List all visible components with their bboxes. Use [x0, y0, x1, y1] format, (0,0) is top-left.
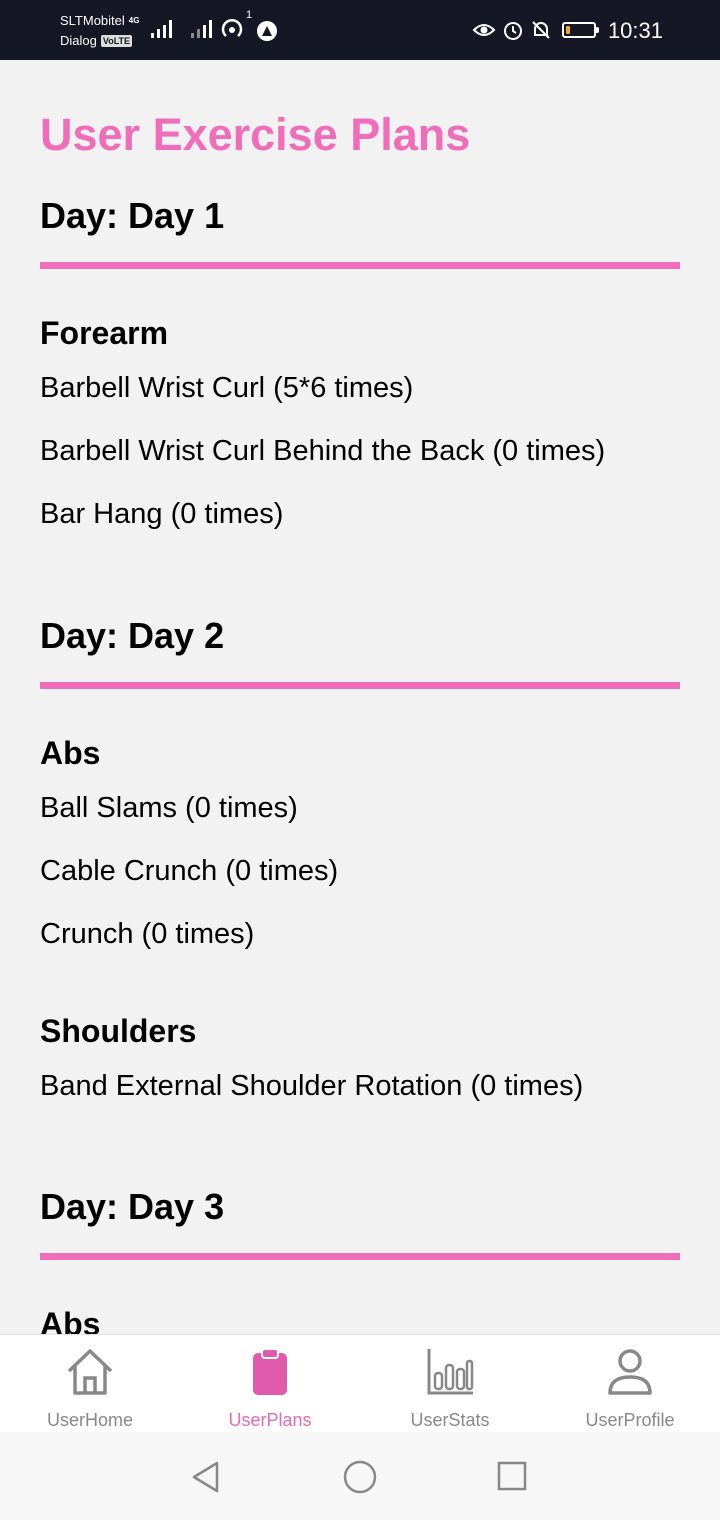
system-nav-bar [0, 1432, 720, 1520]
day-section: Day: Day 3 [40, 1185, 680, 1260]
hotspot-icon [221, 19, 243, 37]
signal-strength-2-icon [191, 20, 212, 38]
exercise-item: Ball Slams (0 times) [40, 792, 298, 824]
home-icon [67, 1349, 113, 1395]
tab-label: UserHome [46, 1410, 134, 1430]
exercise-item: Crunch (0 times) [40, 918, 255, 950]
exercise-item: Barbell Wrist Curl (5*6 times) [40, 372, 414, 404]
day-divider [40, 682, 680, 689]
tab-user-home[interactable]: UserHome [0, 1335, 180, 1433]
tab-user-profile[interactable]: UserProfile [540, 1335, 720, 1433]
battery-icon [562, 22, 599, 38]
carrier-1: SLTMobitel [60, 13, 125, 28]
exercise-item: Bar Hang (0 times) [40, 498, 284, 530]
day-divider [40, 1253, 680, 1260]
volte-badge: VoLTE [100, 35, 133, 47]
app-notification-icon [257, 21, 277, 41]
status-bar: SLTMobitel 4G Dialog VoLTE 1 10:31 [0, 0, 720, 60]
day-section: Day: Day 1 [40, 194, 680, 269]
muscle-group-title: Abs [40, 735, 101, 771]
exercise-item: Cable Crunch (0 times) [40, 855, 339, 887]
tab-label: UserPlans [228, 1410, 312, 1430]
day-title: Day: Day 2 [40, 615, 225, 656]
alarm-icon [504, 22, 522, 40]
bottom-tab-bar: UserHome UserPlans UserStats UserProfile [0, 1334, 720, 1433]
bar-chart-icon [427, 1349, 474, 1395]
signal-strength-icon [151, 20, 172, 38]
tab-label: UserStats [410, 1410, 490, 1430]
exercise-item: Barbell Wrist Curl Behind the Back (0 ti… [40, 435, 606, 467]
tab-user-stats[interactable]: UserStats [360, 1335, 540, 1433]
tab-label: UserProfile [585, 1410, 675, 1430]
clipboard-icon [253, 1348, 287, 1395]
eye-comfort-icon [472, 24, 496, 36]
network-type-badge: 4G [128, 16, 140, 25]
day-title: Day: Day 3 [40, 1186, 225, 1227]
plans-scroll-view[interactable]: User Exercise Plans Day: Day 1 Forearm B… [0, 60, 720, 1334]
recents-icon[interactable] [496, 1460, 528, 1492]
page-title: User Exercise Plans [40, 109, 471, 160]
day-title: Day: Day 1 [40, 195, 225, 236]
user-icon [608, 1349, 652, 1395]
carrier-info: SLTMobitel 4G Dialog VoLTE [60, 11, 139, 51]
mute-icon [532, 21, 550, 39]
carrier-2: Dialog [60, 33, 97, 48]
muscle-group-title: Shoulders [40, 1013, 197, 1049]
hotspot-count: 1 [246, 9, 253, 21]
status-time: 10:31 [607, 18, 663, 43]
muscle-group-title: Forearm [40, 315, 169, 351]
back-icon[interactable] [189, 1460, 223, 1494]
day-section: Day: Day 2 [40, 614, 680, 689]
muscle-group-title: Abs [40, 1306, 101, 1334]
day-divider [40, 262, 680, 269]
home-nav-icon[interactable] [342, 1460, 378, 1496]
exercise-item: Band External Shoulder Rotation (0 times… [40, 1070, 584, 1102]
tab-user-plans[interactable]: UserPlans [180, 1335, 360, 1433]
battery-level [566, 26, 570, 34]
